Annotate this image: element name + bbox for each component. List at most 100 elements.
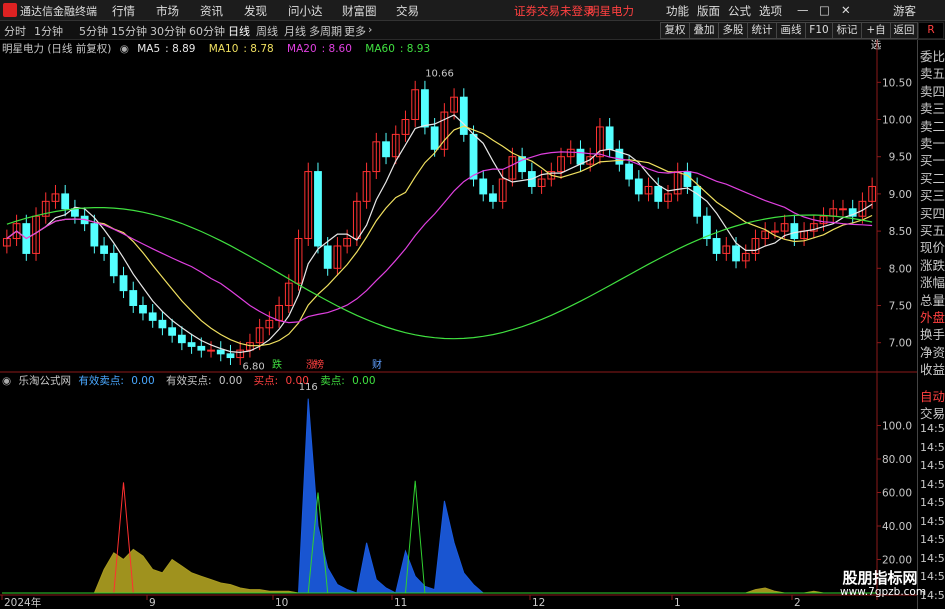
- candle-body: [139, 304, 147, 314]
- period-multi[interactable]: 多周期: [309, 23, 342, 39]
- ma5-line: [6, 114, 873, 354]
- back-button[interactable]: 返回: [890, 22, 918, 39]
- f10-button[interactable]: F10: [805, 22, 833, 39]
- trade-label[interactable]: 交易: [920, 403, 945, 422]
- candle-body: [382, 141, 390, 158]
- menu-bar: 通达信金融终端 行情 市场 资讯 发现 问小达 财富圈 交易 证券交易未登录 明…: [0, 0, 945, 21]
- overlay-button[interactable]: 叠加: [689, 22, 719, 39]
- login-notice[interactable]: 证券交易未登录: [514, 3, 595, 19]
- quote-field-label: 涨幅: [920, 275, 945, 291]
- candle-body: [479, 178, 488, 195]
- period-30min[interactable]: 30分钟: [150, 23, 186, 39]
- menu-formula[interactable]: 公式: [728, 3, 751, 19]
- candle-body: [421, 89, 429, 128]
- add-watchlist-button[interactable]: +自选: [861, 22, 891, 51]
- candle-body: [197, 345, 206, 351]
- period-more[interactable]: 更多: [344, 23, 366, 39]
- period-tick[interactable]: 分时: [4, 23, 26, 39]
- period-weekly[interactable]: 周线: [256, 23, 278, 39]
- tick-time: 14:56: [920, 514, 945, 528]
- chart-area[interactable]: 10.50 10.00 9.50 9.00 8.50 8.00 7.50 7.00 100.0 8…: [0, 40, 917, 609]
- candle-body: [168, 327, 177, 336]
- candle-body: [187, 342, 196, 347]
- multi-stock-button[interactable]: 多股: [718, 22, 748, 39]
- adjust-button[interactable]: 复权: [660, 22, 690, 39]
- period-daily[interactable]: 日线: [228, 23, 250, 39]
- candle-body: [576, 148, 585, 165]
- menu-trade[interactable]: 交易: [396, 3, 419, 19]
- period-1min[interactable]: 1分钟: [34, 23, 63, 39]
- quote-field-label: 买二: [920, 170, 945, 186]
- app-title: 通达信金融终端: [20, 5, 97, 18]
- candle-body: [109, 252, 118, 277]
- watermark-title: 股朋指标网: [842, 569, 918, 587]
- candle-body: [177, 334, 186, 344]
- menu-layout[interactable]: 版面: [697, 3, 720, 19]
- candle-body: [226, 353, 235, 359]
- candle-body: [430, 126, 439, 150]
- candle-body: [207, 349, 215, 352]
- quote-field-label: 委比: [920, 49, 945, 64]
- candle-body: [771, 230, 779, 233]
- app-logo-icon: [3, 3, 17, 17]
- candle-body: [712, 238, 721, 254]
- candle-body: [839, 208, 847, 211]
- quote-field-label: 收益: [920, 362, 945, 378]
- minimize-icon[interactable]: —: [797, 3, 809, 17]
- menu-wealth[interactable]: 财富圈: [342, 3, 377, 19]
- tick-time: 14:56: [920, 422, 945, 435]
- period-toolbar: 分时 1分钟 5分钟 15分钟 30分钟 60分钟 日线 周线 月线 多周期 更…: [0, 21, 945, 51]
- quote-field-label: 卖三: [920, 101, 945, 117]
- menu-quotes[interactable]: 行情: [112, 3, 135, 19]
- quote-field-label: 买三: [920, 188, 945, 204]
- candle-body: [605, 126, 614, 150]
- candle-body: [216, 349, 225, 355]
- maximize-icon[interactable]: □: [819, 3, 830, 17]
- quote-field-label: 买一: [920, 153, 945, 169]
- quote-field-label: 净资: [920, 344, 945, 360]
- candle-body: [459, 96, 468, 135]
- y-tick-label: 8.00: [889, 263, 912, 275]
- candle-body: [654, 185, 663, 202]
- ind-tick-label: 80.00: [882, 454, 912, 466]
- x-tick-label: 10: [275, 597, 288, 609]
- draw-line-button[interactable]: 画线: [776, 22, 806, 39]
- candle-body: [693, 185, 702, 217]
- candle-body: [148, 312, 157, 321]
- y-tick-label: 8.50: [889, 226, 912, 238]
- menu-ask[interactable]: 问小达: [288, 3, 323, 19]
- guest-label[interactable]: 游客: [893, 3, 916, 19]
- period-monthly[interactable]: 月线: [284, 23, 306, 39]
- y-tick-label: 10.50: [882, 77, 912, 89]
- high-price-label: 10.66: [425, 68, 454, 79]
- menu-news[interactable]: 资讯: [200, 3, 223, 19]
- close-icon[interactable]: ✕: [841, 3, 851, 17]
- mark-button[interactable]: 标记: [832, 22, 862, 39]
- ma60-line: [6, 207, 873, 340]
- period-5min[interactable]: 5分钟: [79, 23, 108, 39]
- tick-time: 14:56: [920, 551, 945, 565]
- period-60min[interactable]: 60分钟: [189, 23, 225, 39]
- candle-body: [634, 178, 643, 195]
- x-tick-label: 2024年: [4, 596, 41, 609]
- quote-side-panel: 委比 卖五 卖四 卖三 卖二 卖一 买一 买二 买三 买四 买五 现价 涨跌 涨幅 总量 外盘 换手 净资 收益 自动…: [917, 40, 945, 609]
- menu-market[interactable]: 市场: [156, 3, 179, 19]
- ind-tick-label: 40.00: [882, 521, 912, 533]
- chevron-right-icon[interactable]: ›: [368, 23, 372, 36]
- period-15min[interactable]: 15分钟: [111, 23, 147, 39]
- menu-discover[interactable]: 发现: [244, 3, 267, 19]
- x-tick-label: 9: [149, 597, 156, 609]
- chart-grid: [0, 40, 917, 600]
- low-price-label: 6.80: [242, 362, 264, 373]
- candle-body: [119, 275, 128, 292]
- candle-body: [90, 223, 99, 247]
- stats-button[interactable]: 统计: [747, 22, 777, 39]
- menu-options[interactable]: 选项: [759, 3, 782, 19]
- menu-function[interactable]: 功能: [666, 3, 689, 19]
- quote-field-label: 涨跌: [920, 257, 945, 273]
- candle-body: [61, 193, 70, 210]
- x-tick-label: 12: [532, 597, 545, 609]
- ind-tick-label: 100.0: [882, 421, 912, 433]
- quote-field-label: 买四: [920, 205, 945, 221]
- quote-field-label: 换手: [920, 327, 945, 343]
